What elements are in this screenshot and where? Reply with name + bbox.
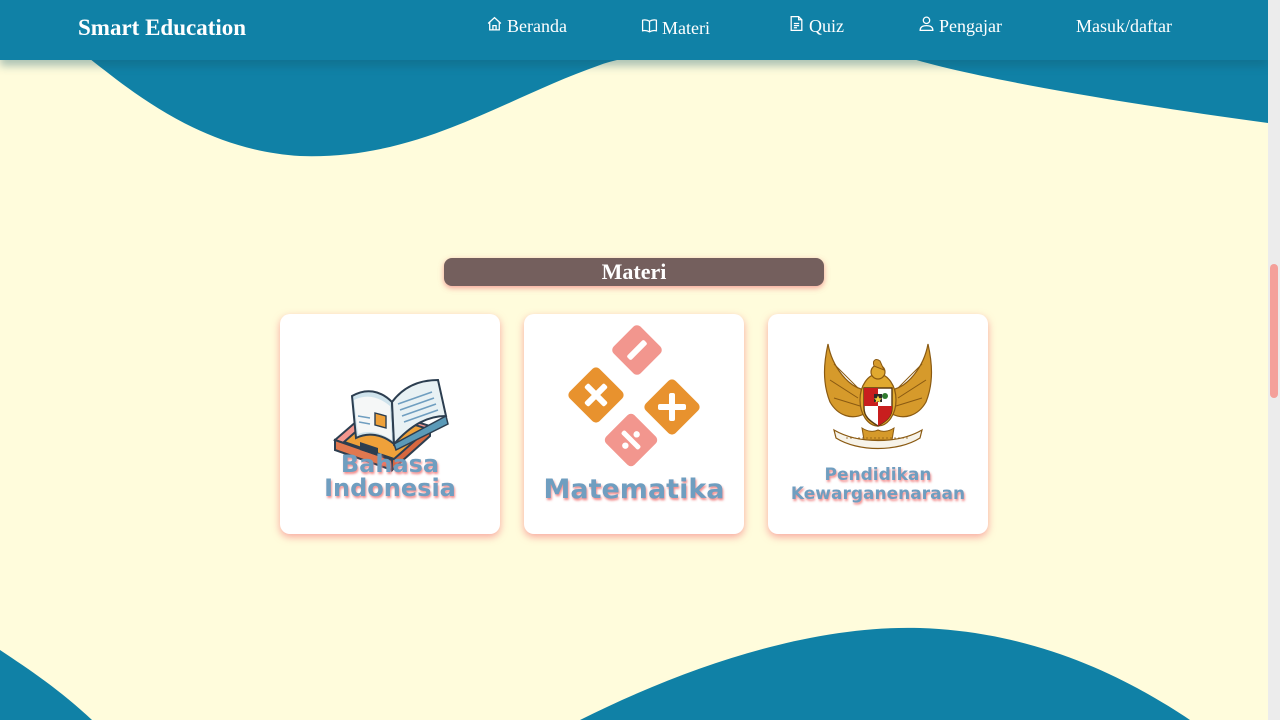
nav-item-beranda[interactable]: Beranda bbox=[486, 16, 567, 37]
card-label-matematika: Matematika bbox=[543, 474, 725, 505]
navbar: Smart Education Beranda Materi Quiz Peng… bbox=[0, 0, 1268, 60]
card-label-line-2: Indonesia bbox=[324, 474, 456, 502]
card-label-pendidikan-kewarganegaraan: Pendidikan Kewarganenaraan bbox=[768, 466, 988, 503]
scrollbar-thumb[interactable] bbox=[1270, 264, 1278, 398]
book-icon bbox=[641, 19, 658, 33]
card-label-line-1: Pendidikan bbox=[824, 465, 932, 485]
brand-logo[interactable]: Smart Education bbox=[78, 15, 246, 41]
nav-label-quiz: Quiz bbox=[809, 16, 844, 36]
user-icon bbox=[919, 16, 934, 32]
bottom-left-wave bbox=[0, 650, 92, 720]
nav-item-materi[interactable]: Materi bbox=[641, 18, 710, 39]
section-title: Materi bbox=[444, 258, 824, 286]
card-label-line-1: Bahasa bbox=[340, 450, 440, 478]
nav-label-materi: Materi bbox=[662, 18, 710, 38]
nav-label-beranda: Beranda bbox=[507, 16, 567, 36]
card-label-line-2: Kewarganenaraan bbox=[790, 483, 966, 504]
nav-label-masuk-daftar: Masuk/daftar bbox=[1076, 16, 1172, 36]
scrollbar[interactable] bbox=[1268, 0, 1280, 720]
nav-label-pengajar: Pengajar bbox=[939, 16, 1002, 36]
nav-item-masuk-daftar[interactable]: Masuk/daftar bbox=[1076, 16, 1172, 37]
card-matematika[interactable]: Matematika bbox=[524, 314, 744, 534]
document-icon bbox=[790, 15, 803, 32]
page: Smart Education Beranda Materi Quiz Peng… bbox=[0, 0, 1268, 720]
card-label-bahasa-indonesia: Bahasa Indonesia bbox=[280, 452, 500, 500]
home-icon bbox=[487, 16, 502, 31]
top-wave bbox=[0, 47, 1268, 157]
card-pendidikan-kewarganegaraan[interactable]: Pendidikan Kewarganenaraan bbox=[768, 314, 988, 534]
nav-item-quiz[interactable]: Quiz bbox=[788, 15, 844, 37]
bottom-right-wave bbox=[580, 627, 1190, 720]
nav-item-pengajar[interactable]: Pengajar bbox=[918, 16, 1002, 37]
card-bahasa-indonesia[interactable]: Bahasa Indonesia bbox=[280, 314, 500, 534]
